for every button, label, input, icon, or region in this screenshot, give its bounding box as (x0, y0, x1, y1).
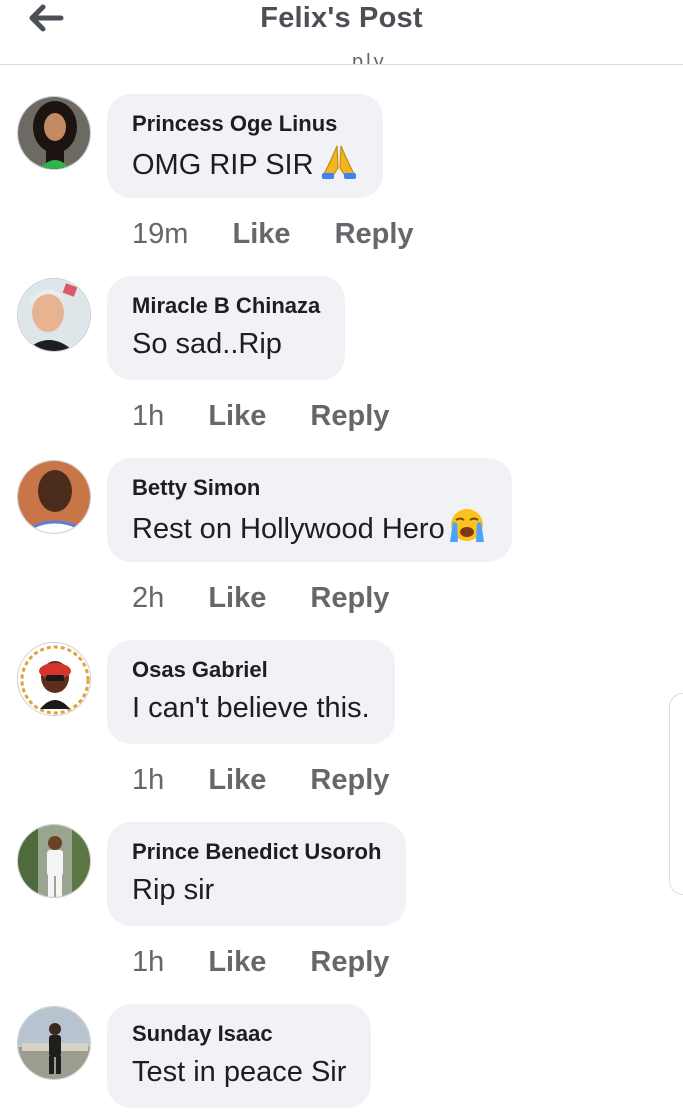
comment-time: 1h (132, 764, 165, 796)
like-button[interactable]: Like (208, 942, 266, 982)
comment-item: Princess Oge Linus OMG RIP SIR 19m Like … (0, 94, 683, 278)
comment-author[interactable]: Osas Gabriel (132, 656, 370, 684)
comment-author[interactable]: Prince Benedict Usoroh (132, 838, 381, 866)
avatar[interactable] (17, 278, 91, 352)
reply-button[interactable]: Reply (310, 578, 389, 618)
comment-author[interactable]: Miracle B Chinaza (132, 292, 320, 320)
like-button[interactable]: Like (208, 396, 266, 436)
comment-time: 1h (132, 946, 165, 978)
comment-time: 1h (132, 400, 165, 432)
comment-text: Rest on Hollywood Hero (132, 513, 445, 545)
comment-meta: 1h Like Reply (132, 396, 389, 436)
comment-text: I can't believe this. (132, 692, 370, 724)
comment-item: Betty Simon Rest on Hollywood Hero 2h Li… (0, 458, 683, 642)
comment-meta: 19m Like Reply (132, 214, 414, 254)
comment-meta: 2h Like Reply (132, 578, 389, 618)
comment-text: OMG RIP SIR (132, 149, 314, 181)
loudly-crying-face-emoji-icon (447, 506, 487, 555)
avatar[interactable] (17, 642, 91, 716)
comment-meta: 1h Like Reply (132, 942, 389, 982)
comment-time: 19m (132, 218, 189, 250)
comment-author[interactable]: Betty Simon (132, 474, 487, 502)
like-button[interactable]: Like (232, 214, 290, 254)
avatar[interactable] (17, 1006, 91, 1080)
comment-item: Osas Gabriel I can't believe this. 1h Li… (0, 640, 683, 824)
comment-time: 2h (132, 582, 165, 614)
comment-author[interactable]: Princess Oge Linus (132, 110, 358, 138)
comment-meta: 1h Like Reply (132, 760, 389, 800)
comment-bubble: Betty Simon Rest on Hollywood Hero (107, 458, 512, 562)
partial-reply-text: ply (352, 52, 387, 64)
comment-bubble: Osas Gabriel I can't believe this. (107, 640, 395, 744)
avatar[interactable] (17, 460, 91, 534)
top-bar: Felix's Post ply (0, 0, 683, 65)
comment-text: Test in peace Sir (132, 1056, 347, 1088)
avatar[interactable] (17, 824, 91, 898)
comment-item: Sunday Isaac Test in peace Sir (0, 1004, 683, 1115)
like-button[interactable]: Like (208, 760, 266, 800)
comment-bubble: Princess Oge Linus OMG RIP SIR (107, 94, 383, 198)
reply-button[interactable]: Reply (310, 760, 389, 800)
comment-bubble: Prince Benedict Usoroh Rip sir (107, 822, 407, 926)
comment-item: Miracle B Chinaza So sad..Rip 1h Like Re… (0, 276, 683, 460)
reply-button[interactable]: Reply (310, 942, 389, 982)
comment-text: So sad..Rip (132, 328, 282, 360)
comment-item: Prince Benedict Usoroh Rip sir 1h Like R… (0, 822, 683, 1006)
page-title: Felix's Post (260, 2, 423, 34)
reply-button[interactable]: Reply (310, 396, 389, 436)
comment-bubble: Sunday Isaac Test in peace Sir (107, 1004, 372, 1108)
comment-text: Rip sir (132, 874, 215, 906)
reply-button[interactable]: Reply (335, 214, 414, 254)
comment-bubble: Miracle B Chinaza So sad..Rip (107, 276, 346, 380)
comment-author[interactable]: Sunday Isaac (132, 1020, 346, 1048)
side-panel-edge (669, 693, 683, 895)
folded-hands-emoji-icon (320, 142, 358, 191)
like-button[interactable]: Like (208, 578, 266, 618)
avatar[interactable] (17, 96, 91, 170)
